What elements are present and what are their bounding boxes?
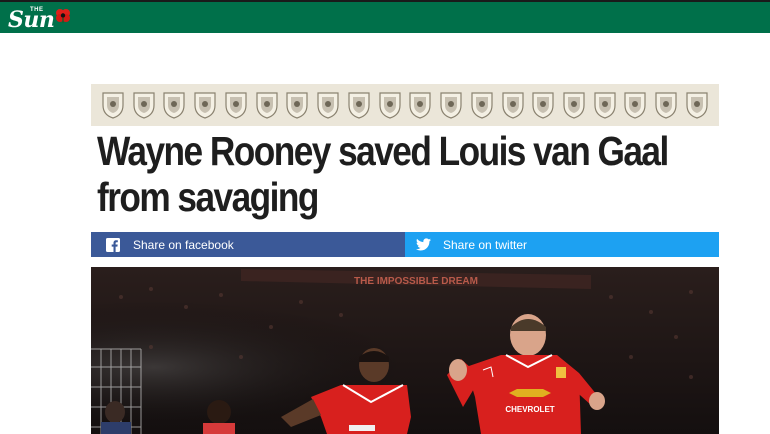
shirt-sponsor-text: CHEVROLET (505, 405, 554, 414)
sunderland-crest-icon[interactable] (530, 90, 556, 120)
poppy-icon (56, 9, 71, 23)
swansea-crest-icon[interactable] (561, 90, 587, 120)
share-facebook-button[interactable]: Share on facebook (91, 232, 405, 257)
share-facebook-label: Share on facebook (133, 237, 234, 252)
leicester-crest-icon[interactable] (284, 90, 310, 120)
share-twitter-button[interactable]: Share on twitter (405, 232, 719, 257)
twitter-icon (415, 237, 431, 253)
man-united-crest-icon[interactable] (377, 90, 403, 120)
site-header: THE Sun (0, 0, 770, 33)
bournemouth-crest-icon[interactable] (161, 90, 187, 120)
the-sun-logo[interactable]: THE Sun (8, 4, 71, 33)
southampton-crest-icon[interactable] (469, 90, 495, 120)
share-bar: Share on facebook Share on twitter (91, 232, 719, 257)
share-twitter-label: Share on twitter (443, 237, 528, 252)
aston-villa-crest-icon[interactable] (131, 90, 157, 120)
club-crest-navigation (91, 84, 719, 126)
west-brom-crest-icon[interactable] (653, 90, 679, 120)
everton-crest-icon[interactable] (254, 90, 280, 120)
watford-crest-icon[interactable] (622, 90, 648, 120)
article-hero-image: THE IMPOSSIBLE DREAM CHEVROLET (91, 267, 719, 434)
football-celebration-photo: THE IMPOSSIBLE DREAM CHEVROLET (91, 267, 719, 434)
man-city-crest-icon[interactable] (346, 90, 372, 120)
stadium-banner-text: THE IMPOSSIBLE DREAM (354, 276, 478, 287)
facebook-icon (105, 237, 121, 253)
arsenal-crest-icon[interactable] (100, 90, 126, 120)
liverpool-crest-icon[interactable] (315, 90, 341, 120)
crystal-palace-crest-icon[interactable] (223, 90, 249, 120)
norwich-crest-icon[interactable] (438, 90, 464, 120)
newcastle-crest-icon[interactable] (407, 90, 433, 120)
stoke-crest-icon[interactable] (500, 90, 526, 120)
tottenham-crest-icon[interactable] (592, 90, 618, 120)
logo-the-text: THE (30, 7, 44, 13)
chelsea-crest-icon[interactable] (192, 90, 218, 120)
article-headline: Wayne Rooney saved Louis van Gaal from s… (97, 128, 669, 220)
west-ham-crest-icon[interactable] (684, 90, 710, 120)
